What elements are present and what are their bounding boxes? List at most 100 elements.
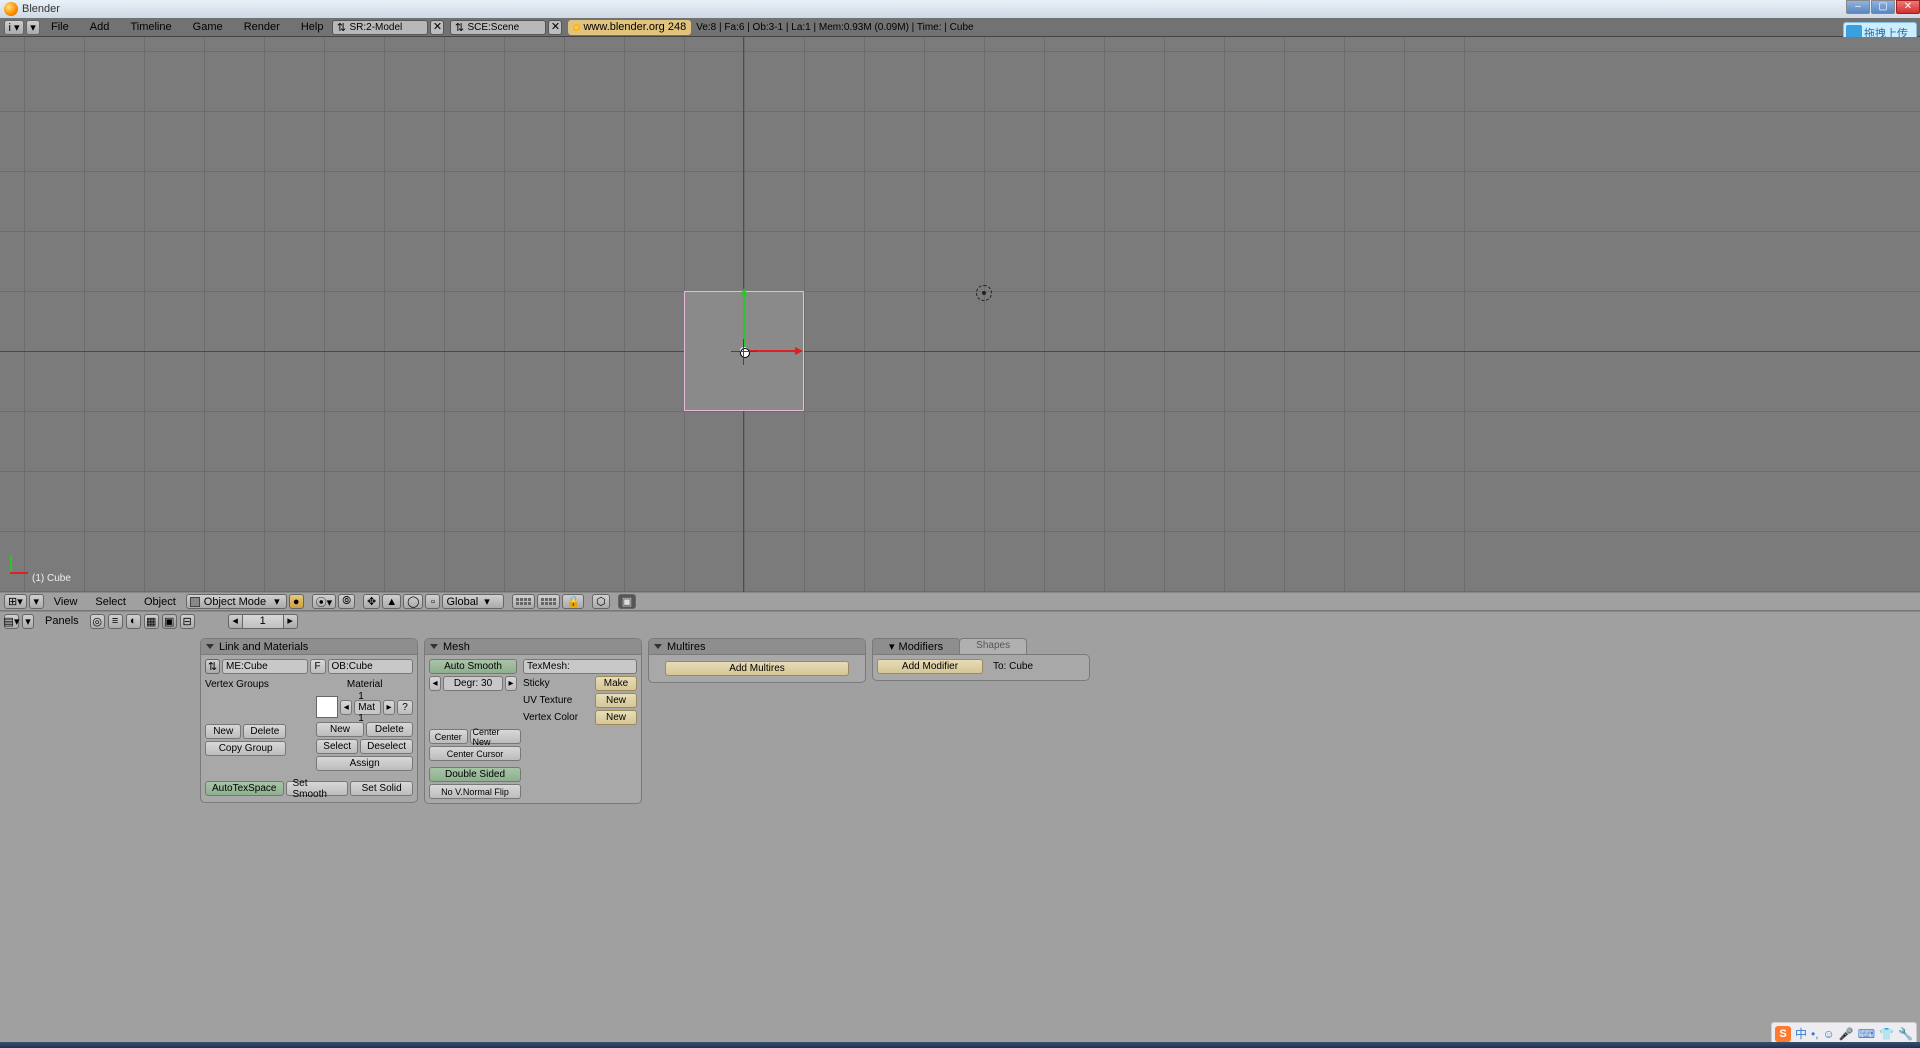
- manipulator-toggle[interactable]: ✥: [363, 594, 380, 609]
- collapse-icon[interactable]: [430, 644, 438, 649]
- tab-shapes[interactable]: Shapes: [959, 638, 1027, 654]
- shading-button[interactable]: ●: [289, 594, 304, 609]
- editor-type-button[interactable]: ⊞▾: [4, 594, 27, 609]
- no-vnormal-flip-button[interactable]: No V.Normal Flip: [429, 784, 521, 799]
- proportional-button[interactable]: ⬡: [592, 594, 610, 609]
- 3d-cursor[interactable]: [734, 342, 754, 362]
- add-modifier-button[interactable]: Add Modifier: [877, 659, 983, 674]
- context-shading-icon[interactable]: ◐: [126, 614, 141, 629]
- double-sided-button[interactable]: Double Sided: [429, 767, 521, 782]
- context-logic-icon[interactable]: ◎: [90, 614, 105, 629]
- menu-help[interactable]: Help: [292, 21, 333, 33]
- context-object-icon[interactable]: ▦: [144, 614, 159, 629]
- manipulator-translate[interactable]: ▲: [382, 594, 401, 609]
- editor-type-button[interactable]: ▤▾: [4, 614, 19, 629]
- mat-deselect-button[interactable]: Deselect: [360, 739, 413, 754]
- lock-button[interactable]: 🔒: [562, 594, 584, 609]
- header-collapse-button[interactable]: ▾: [29, 594, 44, 609]
- scene-selector[interactable]: ⇅: [450, 20, 546, 35]
- scene-name-input[interactable]: [465, 22, 543, 33]
- lamp-object[interactable]: [976, 285, 992, 301]
- pivot-button[interactable]: ⦿▾: [312, 594, 337, 609]
- window-minimize-button[interactable]: –: [1846, 0, 1870, 14]
- mat-help-button[interactable]: ?: [397, 700, 413, 715]
- screen-delete-button[interactable]: ✕: [430, 20, 444, 35]
- mat-assign-button[interactable]: Assign: [316, 756, 413, 771]
- mat-select-button[interactable]: Select: [316, 739, 358, 754]
- object-name-field[interactable]: OB:Cube: [328, 659, 414, 674]
- set-solid-button[interactable]: Set Solid: [350, 781, 413, 796]
- 3d-viewport[interactable]: (1) Cube: [0, 37, 1920, 592]
- render-preview-button[interactable]: ▣: [618, 594, 636, 609]
- me-browse-button[interactable]: ⇅: [205, 659, 220, 674]
- menu-object[interactable]: Object: [136, 596, 184, 608]
- collapse-icon[interactable]: [654, 644, 662, 649]
- material-swatch[interactable]: [316, 696, 338, 718]
- copy-group-button[interactable]: Copy Group: [205, 741, 286, 756]
- collapse-icon[interactable]: [206, 644, 214, 649]
- mode-selector[interactable]: Object Mode▾: [186, 594, 287, 609]
- manipulator-rotate[interactable]: ◯: [403, 594, 423, 609]
- frame-prev-button[interactable]: ◂: [228, 614, 243, 629]
- degr-field[interactable]: Degr: 30: [443, 676, 503, 691]
- ime-mic-icon[interactable]: 🎤: [1839, 1027, 1854, 1041]
- ime-tool-icon[interactable]: 🔧: [1898, 1027, 1913, 1041]
- windows-taskbar[interactable]: [0, 1042, 1920, 1048]
- context-editing-icon[interactable]: ▣: [162, 614, 177, 629]
- menu-game[interactable]: Game: [184, 21, 232, 33]
- center-cursor-button[interactable]: Center Cursor: [429, 746, 521, 761]
- autotexspace-button[interactable]: AutoTexSpace: [205, 781, 284, 796]
- manipulator-scale[interactable]: ▫: [425, 594, 440, 609]
- menu-add[interactable]: Add: [81, 21, 119, 33]
- ime-keyboard-icon[interactable]: ⌨: [1858, 1027, 1875, 1041]
- layers-group-a[interactable]: [512, 594, 535, 609]
- pivot-indiv-button[interactable]: ⦾: [338, 594, 355, 609]
- center-new-button[interactable]: Center New: [470, 729, 522, 744]
- frame-value[interactable]: 1: [243, 614, 283, 629]
- context-scene-icon[interactable]: ⊟: [180, 614, 195, 629]
- header-collapse-button[interactable]: ▾: [26, 20, 40, 35]
- set-smooth-button[interactable]: Set Smooth: [286, 781, 349, 796]
- menu-select[interactable]: Select: [87, 596, 134, 608]
- frame-next-button[interactable]: ▸: [283, 614, 298, 629]
- texmesh-field[interactable]: TexMesh:: [523, 659, 637, 674]
- sogou-icon[interactable]: S: [1775, 1026, 1791, 1042]
- ime-skin-icon[interactable]: 👕: [1879, 1027, 1894, 1041]
- blender-url-button[interactable]: www.blender.org 248: [568, 20, 691, 35]
- scene-delete-button[interactable]: ✕: [548, 20, 562, 35]
- frame-spinner[interactable]: ◂ 1 ▸: [228, 614, 298, 629]
- mat-delete-button[interactable]: Delete: [366, 722, 413, 737]
- menu-timeline[interactable]: Timeline: [121, 21, 180, 33]
- ime-punct-icon[interactable]: •,: [1811, 1027, 1819, 1041]
- orientation-selector[interactable]: Global▾: [442, 594, 504, 609]
- menu-view[interactable]: View: [46, 596, 86, 608]
- vgroup-new-button[interactable]: New: [205, 724, 241, 739]
- context-script-icon[interactable]: ≡: [108, 614, 123, 629]
- tab-modifiers[interactable]: ▾Modifiers: [872, 638, 960, 654]
- center-button[interactable]: Center: [429, 729, 468, 744]
- window-close-button[interactable]: ✕: [1896, 0, 1920, 14]
- auto-smooth-button[interactable]: Auto Smooth: [429, 659, 517, 674]
- screen-selector[interactable]: ⇅: [332, 20, 428, 35]
- ime-lang-icon[interactable]: 中: [1795, 1025, 1807, 1042]
- degr-dec-button[interactable]: ◂: [429, 676, 441, 691]
- degr-inc-button[interactable]: ▸: [505, 676, 517, 691]
- mat-next-button[interactable]: ▸: [383, 700, 395, 715]
- uv-new-button[interactable]: New: [595, 693, 637, 708]
- screen-name-input[interactable]: [347, 22, 425, 33]
- mat-index-field[interactable]: 1 Mat 1: [354, 700, 381, 715]
- sticky-make-button[interactable]: Make: [595, 676, 637, 691]
- menu-file[interactable]: File: [42, 21, 78, 33]
- mat-new-button[interactable]: New: [316, 722, 363, 737]
- window-type-button[interactable]: i ▾: [4, 20, 24, 35]
- mat-prev-button[interactable]: ◂: [340, 700, 352, 715]
- layers-group-b[interactable]: [537, 594, 560, 609]
- ime-emoji-icon[interactable]: ☺: [1823, 1027, 1835, 1041]
- window-maximize-button[interactable]: ▢: [1871, 0, 1895, 14]
- mesh-name-field[interactable]: ME:Cube: [222, 659, 308, 674]
- add-multires-button[interactable]: Add Multires: [665, 661, 849, 676]
- vcol-new-button[interactable]: New: [595, 710, 637, 725]
- header-collapse-button[interactable]: ▾: [22, 614, 34, 629]
- vgroup-delete-button[interactable]: Delete: [243, 724, 286, 739]
- fake-user-button[interactable]: F: [310, 659, 326, 674]
